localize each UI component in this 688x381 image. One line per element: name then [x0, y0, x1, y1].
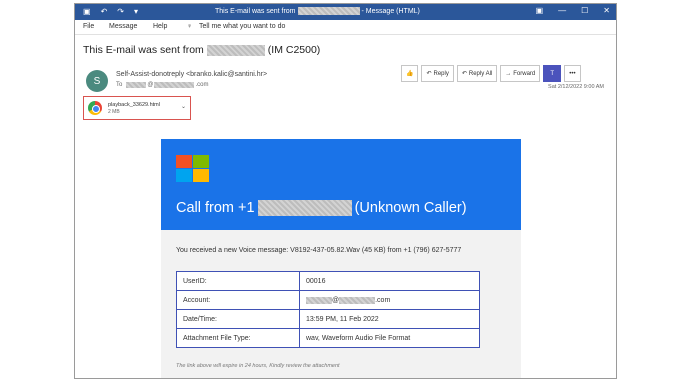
forward-label: Forward	[513, 70, 536, 77]
reply-all-button[interactable]: ↶ Reply All	[456, 65, 498, 82]
email-body: Call from +1 (Unknown Caller) You receiv…	[161, 139, 521, 378]
call-suffix: (Unknown Caller)	[354, 200, 467, 216]
attachment-type-value: wav, Waveform Audio File Format	[299, 328, 480, 348]
table-row: Account: @ .com	[176, 290, 480, 310]
voice-message-text: You received a new Voice message: V8192-…	[176, 247, 462, 254]
reply-button[interactable]: ↶ Reply	[421, 65, 454, 82]
window-controls: ▣ — ☐ ✕	[536, 6, 610, 15]
reply-label: Reply	[433, 70, 449, 77]
customize-dropdown-icon[interactable]: ▾	[134, 7, 138, 16]
reply-all-label: Reply All	[468, 70, 493, 77]
outlook-message-window: ▣ ↶ ↷ ▾ This E-mail was sent from - Mess…	[74, 3, 617, 379]
to-label: To	[116, 82, 123, 88]
recipient-domain: .com	[195, 82, 209, 88]
subject-prefix: This E-mail was sent from	[83, 44, 204, 56]
redacted-account-domain	[339, 296, 376, 304]
reply-icon: ↶	[426, 71, 432, 77]
ribbon-tabs: File Message Help ♀ Tell me what you wan…	[75, 20, 616, 35]
maximize-button[interactable]: ☐	[581, 6, 588, 15]
like-icon: 👍	[406, 71, 414, 77]
redacted-recipient-domain	[154, 82, 195, 88]
close-button[interactable]: ✕	[603, 6, 610, 15]
minimize-button[interactable]: —	[558, 6, 566, 15]
more-icon: •••	[569, 70, 576, 77]
details-table: UserID: 00016 Account: @ .com Date/Time:…	[176, 271, 480, 348]
sent-date: Sat 2/12/2022 9:00 AM	[548, 84, 604, 90]
teams-icon: T	[550, 70, 555, 77]
call-heading: Call from +1 (Unknown Caller)	[176, 200, 467, 216]
call-prefix: Call from +1	[176, 200, 255, 216]
attachment-type-label: Attachment File Type:	[176, 328, 300, 348]
subject-suffix: (IM C2500)	[267, 44, 321, 56]
title-bar: ▣ ↶ ↷ ▾ This E-mail was sent from - Mess…	[75, 4, 616, 20]
redacted-account-user	[306, 296, 332, 304]
tab-file[interactable]: File	[83, 23, 94, 30]
table-row: UserID: 00016	[176, 271, 480, 291]
forward-button[interactable]: → Forward	[500, 65, 541, 82]
undo-icon[interactable]: ↶	[101, 7, 108, 16]
userid-label: UserID:	[176, 271, 300, 291]
expire-note: The link above will expire in 24 hours, …	[176, 363, 340, 369]
forward-icon: →	[505, 70, 512, 77]
tell-me-search[interactable]: Tell me what you want to do	[199, 23, 285, 30]
message-actions: 👍 ↶ Reply ↶ Reply All → Forward T •••	[401, 65, 581, 82]
recipient-field: To @ .com	[116, 82, 208, 88]
redacted-subject	[206, 44, 265, 56]
email-subject: This E-mail was sent from (IM C2500)	[83, 44, 320, 56]
account-domain: .com	[375, 296, 391, 304]
save-icon[interactable]: ▣	[83, 7, 91, 16]
attachment-name: playback_33629.html	[108, 102, 160, 108]
teams-button[interactable]: T	[543, 65, 562, 82]
account-value: @ .com	[299, 290, 480, 310]
redacted-phone	[257, 200, 352, 216]
account-label: Account:	[176, 290, 300, 310]
datetime-label: Date/Time:	[176, 309, 300, 329]
attachment-chip[interactable]: playback_33629.html 2 MB ⌄	[83, 96, 191, 120]
sender-field[interactable]: Self-Assist-donotreply <branko.kalic@san…	[116, 71, 267, 78]
tab-message[interactable]: Message	[109, 23, 137, 30]
avatar[interactable]: S	[86, 70, 108, 92]
window-title: This E-mail was sent from - Message (HTM…	[215, 7, 420, 15]
reply-all-icon: ↶	[461, 71, 467, 77]
table-row: Date/Time: 13:59 PM, 11 Feb 2022	[176, 309, 480, 329]
ribbon-display-icon[interactable]: ▣	[536, 6, 544, 15]
window-title-prefix: This E-mail was sent from	[215, 7, 296, 15]
more-actions-button[interactable]: •••	[564, 65, 581, 82]
account-at: @	[332, 296, 340, 304]
chevron-down-icon[interactable]: ⌄	[181, 103, 186, 110]
lightbulb-icon: ♀	[187, 23, 193, 30]
tab-help[interactable]: Help	[153, 23, 167, 30]
redo-icon[interactable]: ↷	[117, 7, 124, 16]
userid-value: 00016	[299, 271, 480, 291]
like-button[interactable]: 👍	[401, 65, 419, 82]
recipient-at: @	[147, 82, 154, 88]
microsoft-logo-icon	[176, 155, 209, 182]
redacted-sender	[297, 7, 360, 15]
call-banner: Call from +1 (Unknown Caller)	[161, 139, 521, 230]
redacted-recipient-user	[126, 82, 147, 88]
chrome-icon	[88, 101, 102, 115]
datetime-value: 13:59 PM, 11 Feb 2022	[299, 309, 480, 329]
table-row: Attachment File Type: wav, Waveform Audi…	[176, 328, 480, 348]
quick-access-toolbar: ▣ ↶ ↷ ▾	[83, 7, 138, 16]
window-title-suffix: - Message (HTML)	[361, 7, 420, 15]
attachment-size: 2 MB	[108, 109, 120, 115]
